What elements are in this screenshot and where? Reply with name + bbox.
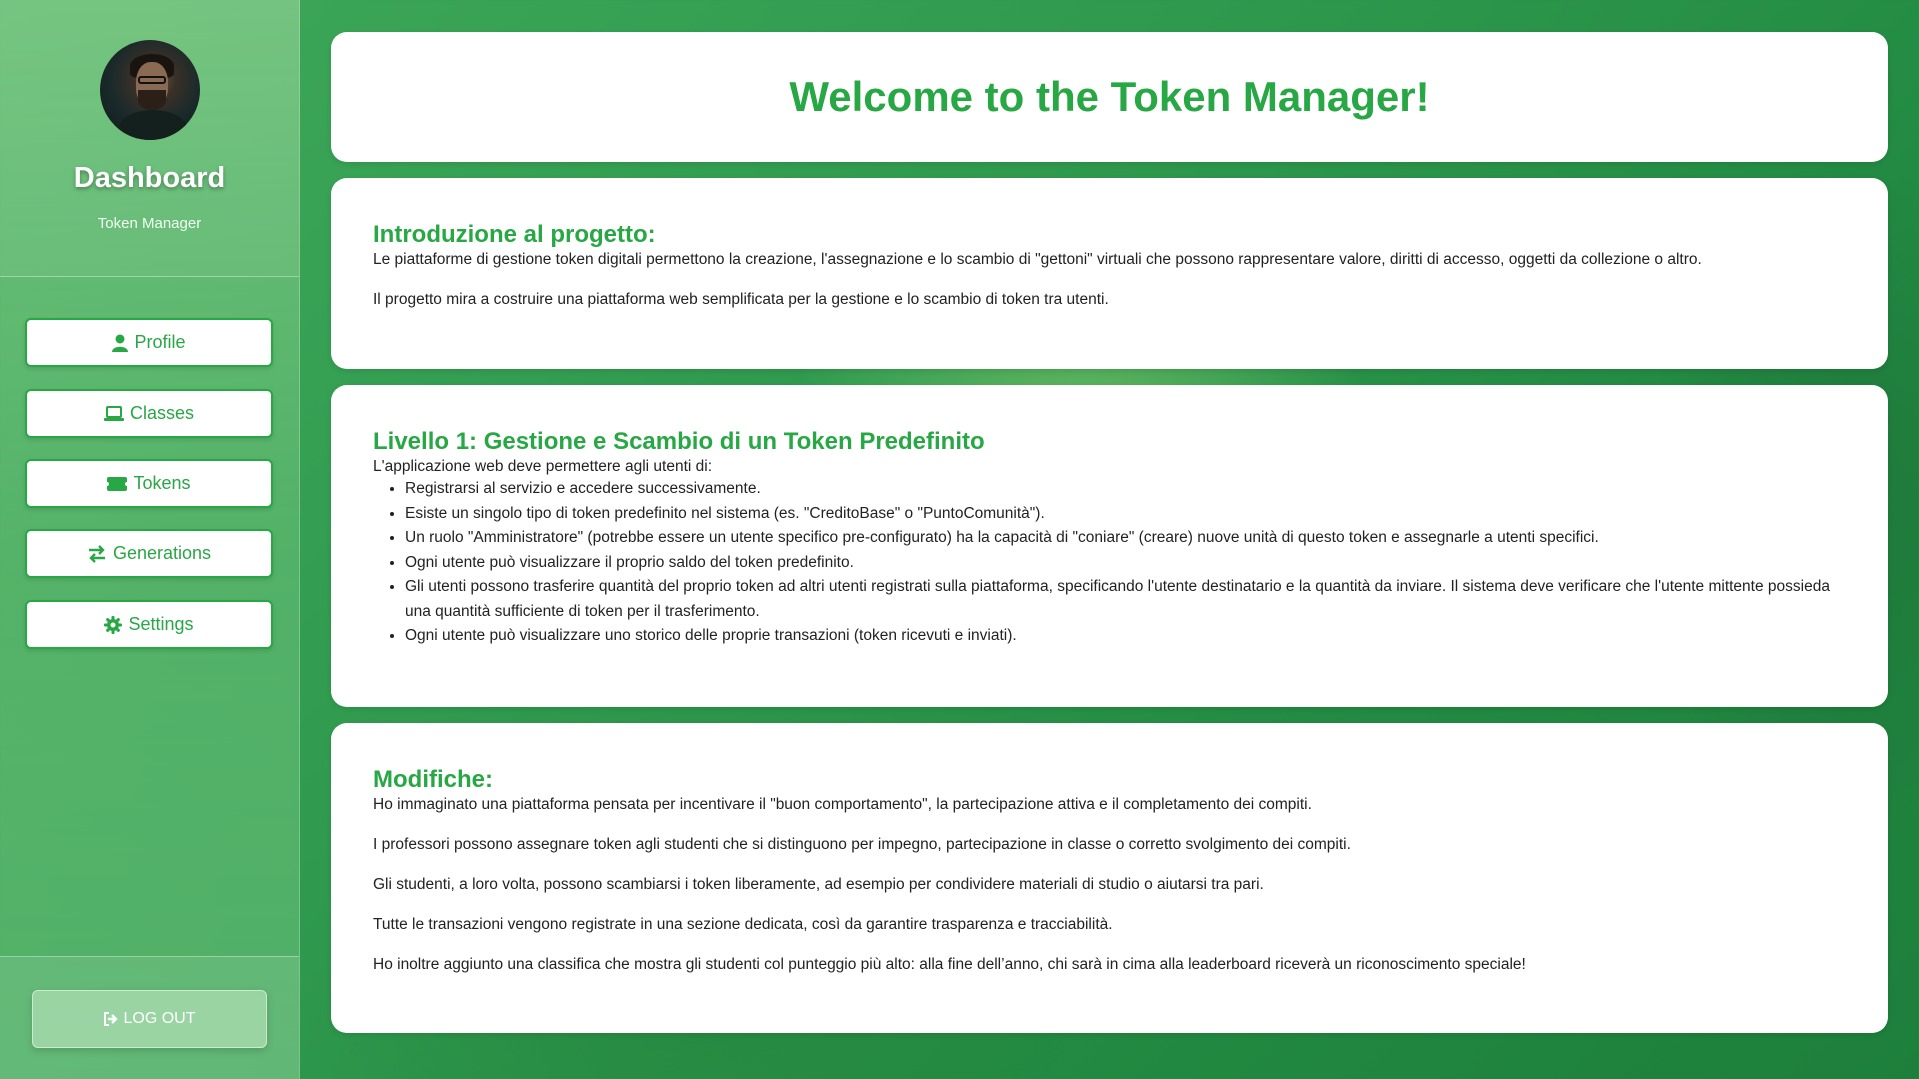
nav-generations-label: Generations [112, 543, 212, 563]
nav-generations-button[interactable]: Generations [25, 529, 273, 578]
sidebar: Dashboard Token Manager Profile Classes … [0, 0, 300, 1079]
level1-heading: Livello 1: Gestione e Scambio di un Toke… [373, 428, 985, 455]
page-title: Welcome to the Token Manager! [789, 73, 1430, 120]
level1-card: Livello 1: Gestione e Scambio di un Toke… [331, 385, 1888, 707]
changes-paragraph: Tutte le transazioni vengono registrate … [373, 916, 1113, 933]
changes-paragraph: I professori possono assegnare token agl… [373, 836, 1351, 853]
sign-out-icon [103, 1012, 119, 1026]
list-item: Ogni utente può visualizzare il proprio … [405, 551, 1846, 576]
nav-settings-label: Settings [128, 614, 194, 634]
changes-paragraph: Ho inoltre aggiunto una classifica che m… [373, 956, 1526, 973]
nav-profile-button[interactable]: Profile [25, 318, 273, 367]
intro-heading: Introduzione al progetto: [373, 221, 656, 248]
list-item: Esiste un singolo tipo di token predefin… [405, 502, 1846, 527]
level1-list: Registrarsi al servizio e accedere succe… [373, 477, 1846, 649]
changes-card: Modifiche: Ho immaginato una piattaforma… [331, 723, 1888, 1033]
exchange-icon [87, 544, 107, 563]
changes-heading: Modifiche: [373, 766, 493, 793]
welcome-card: Welcome to the Token Manager! [331, 32, 1888, 162]
ticket-icon [107, 476, 128, 491]
intro-paragraph: Il progetto mira a costruire una piattaf… [373, 291, 1109, 308]
user-icon [112, 334, 129, 352]
nav-settings-button[interactable]: Settings [25, 600, 273, 649]
laptop-icon [103, 405, 124, 422]
logout-label: LOG OUT [123, 1010, 196, 1027]
nav-tokens-button[interactable]: Tokens [25, 459, 273, 508]
changes-paragraph: Ho immaginato una piattaforma pensata pe… [373, 796, 1312, 813]
avatar[interactable] [100, 40, 200, 140]
nav-classes-button[interactable]: Classes [25, 389, 273, 438]
nav-tokens-label: Tokens [133, 473, 191, 493]
nav-profile-label: Profile [134, 332, 186, 352]
gear-icon [104, 615, 123, 634]
list-item: Gli utenti possono trasferire quantità d… [405, 575, 1846, 624]
changes-paragraph: Gli studenti, a loro volta, possono scam… [373, 876, 1264, 893]
list-item: Un ruolo "Amministratore" (potrebbe esse… [405, 526, 1846, 551]
list-item: Registrarsi al servizio e accedere succe… [405, 477, 1846, 502]
sidebar-subtitle: Token Manager [97, 215, 202, 232]
level1-lead: L'applicazione web deve permettere agli … [373, 458, 713, 475]
nav-classes-label: Classes [129, 403, 195, 423]
intro-card: Introduzione al progetto: Le piattaforme… [331, 178, 1888, 369]
intro-paragraph: Le piattaforme di gestione token digital… [373, 251, 1702, 268]
sidebar-title: Dashboard [73, 162, 226, 194]
list-item: Ogni utente può visualizzare uno storico… [405, 624, 1846, 649]
sidebar-header: Dashboard Token Manager [0, 0, 299, 277]
logout-button[interactable]: LOG OUT [32, 990, 267, 1048]
